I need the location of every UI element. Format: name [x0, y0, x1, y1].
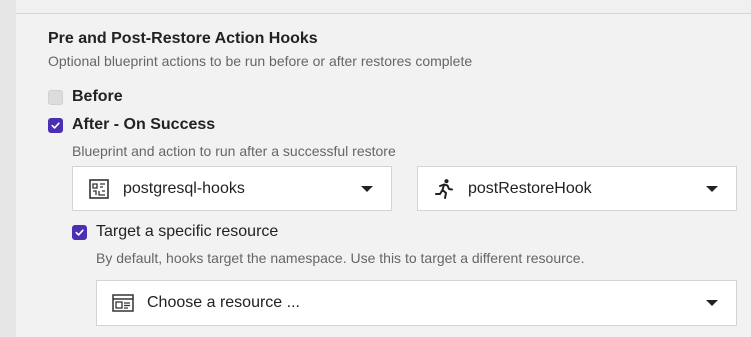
- blueprint-select[interactable]: postgresql-hooks: [72, 166, 392, 211]
- before-label[interactable]: Before: [72, 88, 123, 106]
- resource-select[interactable]: Choose a resource ...: [96, 280, 737, 326]
- blueprint-select-value: postgresql-hooks: [123, 179, 245, 197]
- target-resource-option[interactable]: Target a specific resource: [72, 223, 278, 241]
- action-select[interactable]: postRestoreHook: [417, 166, 737, 211]
- resource-window-icon: [111, 291, 135, 315]
- check-icon: [75, 228, 84, 236]
- after-option[interactable]: After - On Success: [48, 116, 215, 134]
- target-resource-description: By default, hooks target the namespace. …: [96, 250, 585, 266]
- section-title: Pre and Post-Restore Action Hooks: [48, 30, 318, 47]
- section-description: Optional blueprint actions to be run bef…: [48, 53, 473, 69]
- chevron-down-icon: [706, 300, 718, 306]
- before-checkbox[interactable]: [48, 89, 63, 105]
- chevron-down-icon: [706, 185, 718, 192]
- check-icon: [51, 121, 60, 129]
- resource-select-placeholder: Choose a resource ...: [147, 294, 300, 311]
- chevron-down-icon: [361, 185, 373, 192]
- running-person-icon: [432, 177, 456, 201]
- after-description: Blueprint and action to run after a succ…: [72, 143, 396, 159]
- after-checkbox[interactable]: [48, 117, 63, 133]
- top-divider: [16, 0, 751, 14]
- target-resource-checkbox[interactable]: [72, 224, 87, 240]
- action-select-value: postRestoreHook: [468, 179, 592, 197]
- blueprint-icon: [87, 177, 111, 201]
- before-option[interactable]: Before: [48, 88, 123, 106]
- after-label[interactable]: After - On Success: [72, 116, 215, 134]
- left-gutter: [0, 0, 16, 337]
- target-resource-label[interactable]: Target a specific resource: [96, 223, 278, 241]
